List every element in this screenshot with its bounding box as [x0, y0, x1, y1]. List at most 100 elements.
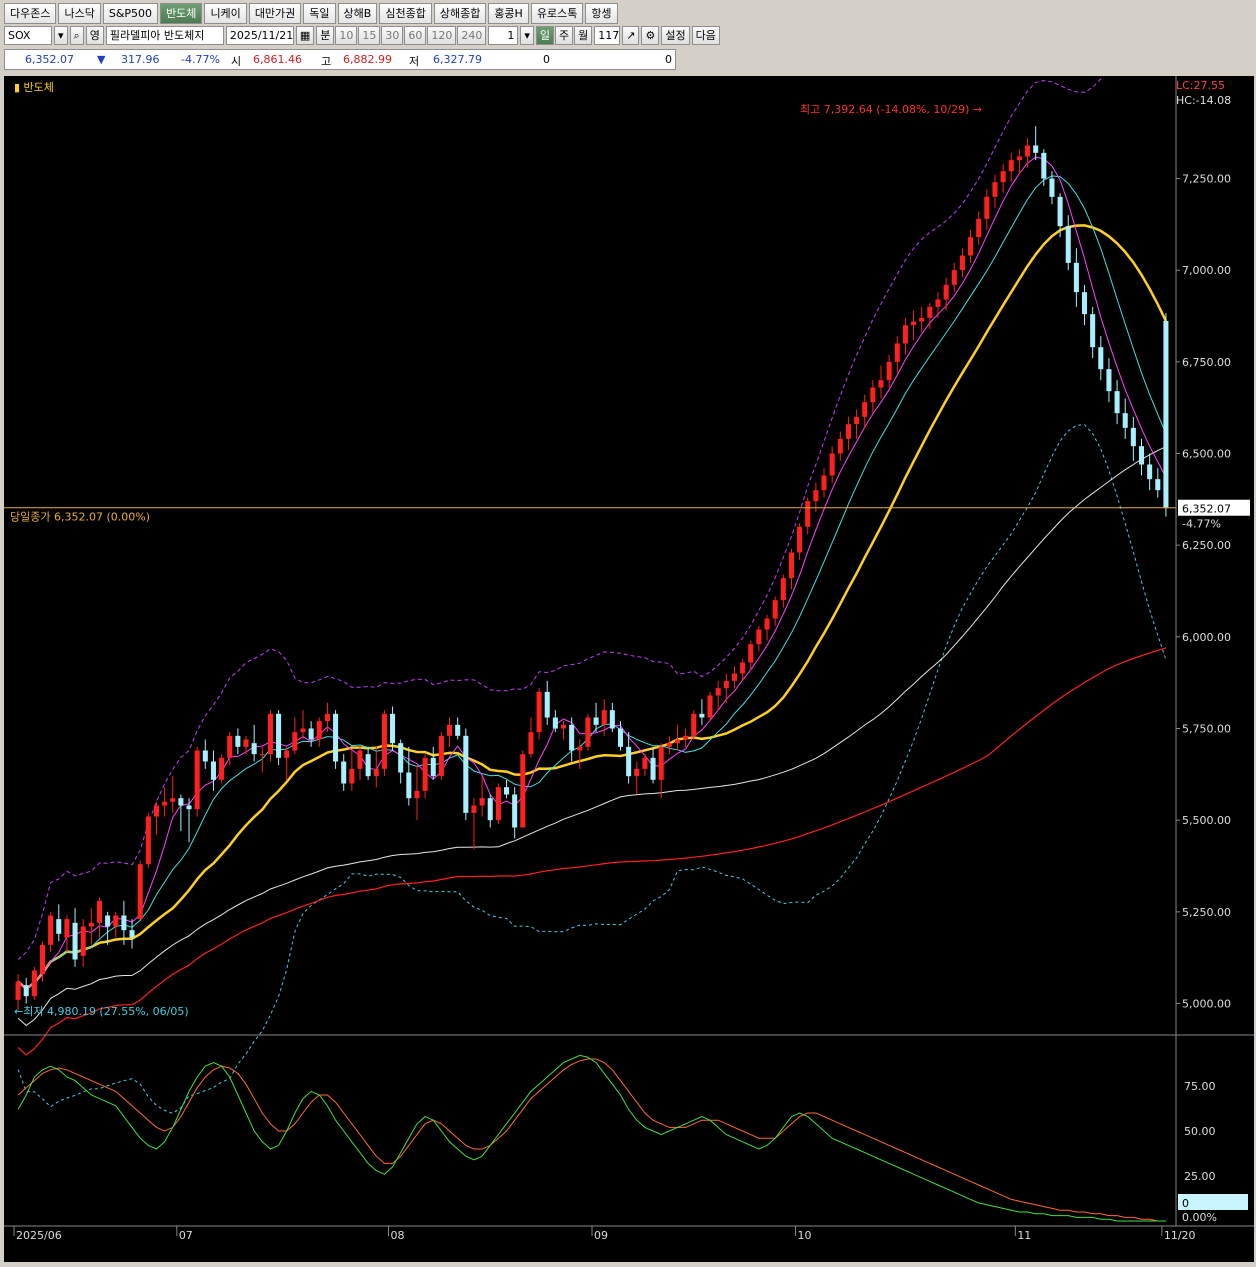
date-input[interactable]: 2025/11/21 — [225, 26, 294, 45]
interval-button-1[interactable]: 10 — [335, 26, 358, 45]
tab-3[interactable]: 반도체 — [160, 2, 203, 24]
candle-body — [512, 794, 518, 828]
candle-body — [178, 798, 184, 806]
interval-button-2[interactable]: 15 — [358, 26, 381, 45]
candle-body — [1090, 314, 1096, 348]
tab-0[interactable]: 다우존스 — [4, 2, 57, 24]
candle-body — [219, 757, 225, 780]
calendar-icon[interactable]: ▦ — [295, 26, 315, 45]
bar-count-input[interactable]: 117 — [594, 26, 621, 45]
x-tick-label: 07 — [179, 1229, 193, 1242]
candle-body — [129, 930, 135, 938]
stoch-tag-value: 0 — [1182, 1197, 1189, 1210]
draw-tool-icon[interactable]: ↗ — [622, 26, 640, 45]
candle-body — [406, 772, 412, 799]
x-tick-label: 10 — [798, 1229, 812, 1242]
down-arrow-icon: ▼ — [97, 53, 106, 66]
candle-body — [666, 743, 672, 747]
candle-body — [617, 728, 624, 747]
interval-button-5[interactable]: 120 — [427, 26, 457, 45]
interval-button-0[interactable]: 분 — [316, 26, 335, 45]
symbol-input[interactable]: SOX — [4, 26, 52, 45]
low-note: ←최저 4,980.19 (27.55%, 06/05) — [14, 1005, 189, 1018]
count-spinner-icon[interactable]: ▾ — [520, 26, 534, 45]
candle-body — [503, 787, 510, 795]
candle-body — [1065, 226, 1071, 263]
tab-4[interactable]: 니케이 — [204, 2, 247, 24]
stoch-tag-pct: 0.00% — [1182, 1211, 1217, 1224]
candle-body — [650, 757, 656, 780]
y-tick-label: 5,250.00 — [1182, 906, 1231, 919]
next-button[interactable]: 다음 — [691, 26, 720, 45]
candle-body — [911, 321, 917, 326]
candle-body — [105, 915, 111, 927]
candle-body — [894, 343, 900, 362]
x-tick-label: 11 — [1017, 1229, 1031, 1242]
candle-body — [137, 864, 143, 920]
language-toggle[interactable]: 영 — [85, 26, 104, 45]
candle-body — [797, 526, 803, 553]
high-value: 6,882.99 — [343, 53, 392, 66]
x-tick-label: 2025/06 — [16, 1229, 62, 1242]
chart-area[interactable]: 당일종가 6,352.07 (0.00%) ▮ 반도체 LC:27.55 HC:-14… — [4, 33, 1254, 1262]
candle-body — [438, 735, 444, 777]
candle-body — [300, 728, 306, 733]
tab-5[interactable]: 대만가권 — [248, 2, 302, 24]
candle-body — [64, 919, 70, 938]
lc-label: LC:27.55 — [1176, 79, 1225, 92]
ma10-line — [17, 175, 1167, 990]
interval-buttons: 분 10 15 30 60 120 240 — [316, 26, 487, 45]
candle-body — [683, 735, 689, 740]
tab-2[interactable]: S&P500 — [102, 2, 159, 24]
candle-body — [569, 724, 575, 751]
tab-7[interactable]: 상해B — [337, 2, 378, 24]
interval-button-4[interactable]: 60 — [404, 26, 427, 45]
search-icon[interactable]: ⌕ — [69, 26, 84, 45]
candle-body — [422, 757, 428, 791]
candle-body — [1138, 446, 1145, 465]
ma20-line — [17, 224, 1168, 991]
interval-count-input[interactable]: 1 — [488, 26, 519, 45]
stoch-tick-label: 50.00 — [1184, 1125, 1216, 1138]
candle-body — [552, 717, 558, 729]
tab-8[interactable]: 심천종합 — [379, 2, 432, 24]
interval-button-6[interactable]: 240 — [457, 26, 487, 45]
x-tick-label: 08 — [390, 1229, 404, 1242]
candle-body — [984, 196, 990, 219]
candle-body — [284, 750, 290, 758]
tab-11[interactable]: 유로스톡 — [530, 2, 584, 24]
candle-body — [316, 721, 322, 740]
tab-9[interactable]: 상해종합 — [433, 2, 487, 24]
tab-1[interactable]: 나스닥 — [58, 2, 101, 24]
candle-body — [1041, 152, 1047, 179]
interval-button-3[interactable]: 30 — [381, 26, 404, 45]
candle-body — [674, 739, 681, 744]
candle-body — [886, 361, 892, 381]
chart-title: ▮ 반도체 — [14, 81, 54, 94]
candle-body — [731, 673, 737, 681]
stoch-tick-label: 25.00 — [1184, 1170, 1216, 1183]
period-button-2[interactable]: 월 — [574, 26, 593, 45]
tab-12[interactable]: 항셍 — [585, 2, 618, 24]
candle-body — [1025, 145, 1031, 157]
candle-body — [845, 424, 851, 439]
candle-body — [414, 790, 420, 799]
candle-body — [788, 552, 794, 579]
symbol-dropdown-icon[interactable]: ▾ — [54, 26, 68, 45]
gear-icon[interactable]: ⚙ — [641, 26, 660, 45]
market-tab-bar: 다우존스 나스닥 S&P500 반도체 니케이 대만가권 독일 상해B 심천종합 상해종합 홍콩H 유… — [4, 2, 618, 24]
settings-button[interactable]: 설정 — [661, 26, 690, 45]
y-tick-label: 7,250.00 — [1182, 173, 1231, 186]
candle-body — [1000, 171, 1006, 183]
candle-body — [1057, 196, 1063, 227]
tab-6[interactable]: 독일 — [303, 2, 336, 24]
tab-10[interactable]: 홍콩H — [488, 2, 529, 24]
candle-body — [365, 754, 371, 777]
candle-body — [1147, 464, 1153, 480]
candlestick-chart[interactable]: 당일종가 6,352.07 (0.00%) ▮ 반도체 LC:27.55 HC:-14… — [4, 33, 1254, 1262]
period-button-0[interactable]: 일 — [535, 26, 555, 45]
candle-body — [1016, 156, 1022, 161]
candle-body — [56, 919, 62, 934]
period-button-1[interactable]: 주 — [555, 26, 574, 45]
candle-body — [153, 805, 159, 817]
